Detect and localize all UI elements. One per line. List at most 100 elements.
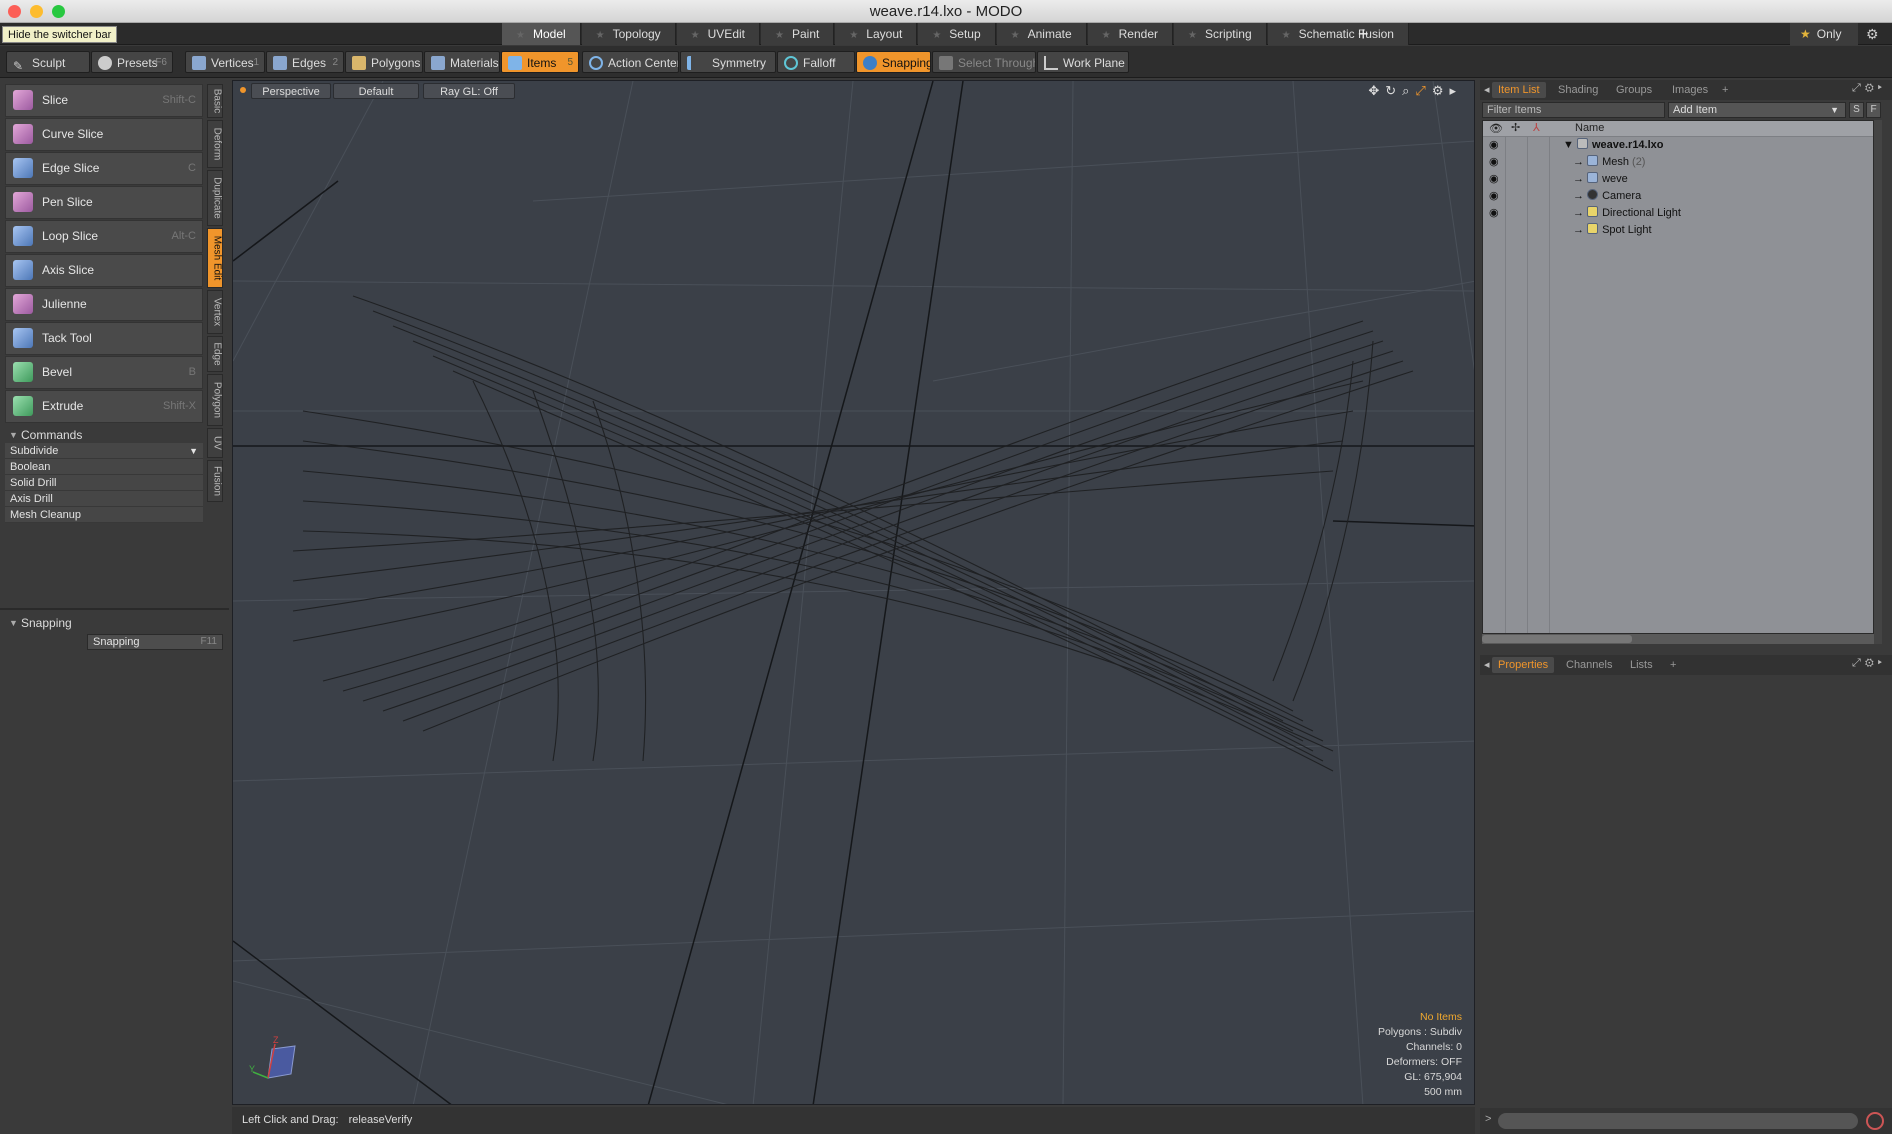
vtab-deform[interactable]: Deform	[207, 120, 223, 168]
expand-triangle-icon[interactable]: ▼	[1563, 139, 1577, 151]
pen-slice-tool[interactable]: Pen Slice	[5, 186, 203, 219]
tab-model[interactable]: ★ Model	[502, 23, 581, 45]
tab-scripting[interactable]: ★ Scripting	[1173, 23, 1267, 45]
tab-schematic-fusion[interactable]: ★ Schematic Fusion	[1267, 23, 1409, 45]
viewport-expand-icon[interactable]: ▸	[1449, 83, 1456, 99]
zoom-button[interactable]	[52, 5, 65, 18]
axis-slice-tool[interactable]: Axis Slice	[5, 254, 203, 287]
vtab-duplicate[interactable]: Duplicate	[207, 170, 223, 226]
tab-topology[interactable]: ★ Topology	[581, 23, 676, 45]
loop-slice-tool[interactable]: Loop Slice Alt-C	[5, 220, 203, 253]
add-layout-icon[interactable]: +	[1358, 23, 1369, 45]
eye-icon[interactable]: ◉	[1489, 171, 1499, 188]
view-type-dropdown[interactable]: Perspective	[251, 83, 331, 99]
mesh-cleanup-command[interactable]: Mesh Cleanup	[5, 507, 203, 523]
f-filter-button[interactable]: F	[1866, 102, 1881, 118]
add-tab-icon[interactable]: +	[1716, 82, 1734, 98]
tab-images[interactable]: Images	[1666, 82, 1714, 98]
presets-button[interactable]: Presets F6	[91, 51, 173, 73]
move-view-icon[interactable]: ✥	[1368, 83, 1379, 99]
chevron-down-icon[interactable]: ▼	[189, 443, 198, 459]
visibility-column-icon[interactable]: 👁	[1489, 122, 1503, 135]
tab-uvedit[interactable]: ★ UVEdit	[676, 23, 760, 45]
tab-groups[interactable]: Groups	[1610, 82, 1658, 98]
tab-channels[interactable]: Channels	[1560, 657, 1618, 673]
edges-button[interactable]: Edges 2	[266, 51, 344, 73]
tree-row-spot-light[interactable]: → Spot Light	[1483, 222, 1873, 239]
raygl-toggle[interactable]: Ray GL: Off	[423, 83, 515, 99]
expand-icon[interactable]: ⤢	[1852, 657, 1865, 669]
render-column-icon[interactable]: ⅄	[1533, 121, 1540, 134]
panel-arrow-icon[interactable]: ▸	[1878, 657, 1886, 669]
viewport-menu-dot[interactable]	[240, 87, 246, 93]
eye-icon[interactable]: ◉	[1489, 154, 1499, 171]
vertices-button[interactable]: Vertices 1	[185, 51, 265, 73]
tab-animate[interactable]: ★ Animate	[996, 23, 1087, 45]
tab-layout[interactable]: ★ Layout	[835, 23, 918, 45]
items-button[interactable]: Items 5	[501, 51, 579, 73]
tree-row-mesh[interactable]: ◉ → Mesh (2)	[1483, 154, 1873, 171]
filter-items-input[interactable]: Filter Items	[1482, 102, 1665, 118]
tree-row-camera[interactable]: ◉ → Camera	[1483, 188, 1873, 205]
snapping-button[interactable]: Snapping	[856, 51, 931, 73]
bevel-tool[interactable]: Bevel B	[5, 356, 203, 389]
minimize-button[interactable]	[30, 5, 43, 18]
edge-slice-tool[interactable]: Edge Slice C	[5, 152, 203, 185]
commands-header[interactable]: ▼ Commands	[5, 426, 203, 444]
tree-vertical-scrollbar[interactable]	[1874, 120, 1882, 644]
eye-icon[interactable]: ◉	[1489, 205, 1499, 222]
snapping-toggle-button[interactable]: Snapping F11	[87, 634, 223, 650]
add-tab-icon[interactable]: +	[1664, 657, 1682, 673]
record-icon[interactable]	[1866, 1112, 1884, 1130]
tab-shading[interactable]: Shading	[1552, 82, 1604, 98]
vtab-mesh-edit[interactable]: Mesh Edit	[207, 228, 223, 288]
maximize-view-icon[interactable]: ⤢	[1415, 83, 1425, 99]
panel-divider[interactable]	[0, 608, 229, 610]
tree-row-scene[interactable]: ◉ ▼ weave.r14.lxo	[1483, 137, 1873, 154]
gear-icon[interactable]: ⚙	[1866, 23, 1879, 45]
select-through-button[interactable]: Select Through	[932, 51, 1036, 73]
only-toggle[interactable]: ★ Only	[1790, 23, 1858, 45]
add-item-dropdown[interactable]: Add Item ▼	[1668, 102, 1846, 118]
name-column-header[interactable]: Name	[1575, 122, 1604, 134]
falloff-button[interactable]: Falloff	[777, 51, 855, 73]
snapping-header[interactable]: ▼ Snapping	[5, 614, 203, 632]
tree-horizontal-scrollbar[interactable]	[1482, 634, 1874, 644]
tab-render[interactable]: ★ Render	[1087, 23, 1173, 45]
tab-properties[interactable]: Properties	[1492, 657, 1555, 673]
materials-button[interactable]: Materials	[424, 51, 500, 73]
boolean-command[interactable]: Boolean	[5, 459, 203, 475]
s-filter-button[interactable]: S	[1849, 102, 1864, 118]
lock-column-icon[interactable]: ✢	[1511, 121, 1520, 134]
tree-row-directional-light[interactable]: ◉ → Directional Light	[1483, 205, 1873, 222]
rotate-view-icon[interactable]: ↻	[1385, 83, 1396, 99]
hide-switcher-tooltip[interactable]: Hide the switcher bar	[2, 26, 118, 43]
symmetry-button[interactable]: Symmetry	[680, 51, 776, 73]
vtab-fusion[interactable]: Fusion	[207, 460, 223, 502]
panel-arrow-icon[interactable]: ▸	[1878, 82, 1886, 94]
command-input[interactable]	[1498, 1113, 1858, 1129]
julienne-tool[interactable]: Julienne	[5, 288, 203, 321]
tree-row-weve[interactable]: ◉ → weve	[1483, 171, 1873, 188]
3d-viewport[interactable]: Perspective Default Ray GL: Off ✥ ↻ ⌕ ⤢ …	[232, 80, 1475, 1105]
shading-style-dropdown[interactable]: Default	[333, 83, 419, 99]
panel-gear-icon[interactable]: ⚙	[1865, 82, 1878, 94]
action-center-button[interactable]: Action Center	[582, 51, 679, 73]
close-button[interactable]	[8, 5, 21, 18]
eye-icon[interactable]: ◉	[1489, 188, 1499, 205]
solid-drill-command[interactable]: Solid Drill	[5, 475, 203, 491]
scroll-thumb[interactable]	[1482, 635, 1632, 643]
expand-icon[interactable]: ⤢	[1852, 82, 1865, 94]
panel-gear-icon[interactable]: ⚙	[1865, 657, 1878, 669]
tab-lists[interactable]: Lists	[1624, 657, 1659, 673]
eye-icon[interactable]: ◉	[1489, 137, 1499, 154]
tab-item-list[interactable]: Item List	[1492, 82, 1546, 98]
curve-slice-tool[interactable]: Curve Slice	[5, 118, 203, 151]
zoom-view-icon[interactable]: ⌕	[1402, 83, 1409, 99]
vtab-basic[interactable]: Basic	[207, 84, 223, 118]
tab-setup[interactable]: ★ Setup	[918, 23, 996, 45]
tab-paint[interactable]: ★ Paint	[761, 23, 835, 45]
vtab-edge[interactable]: Edge	[207, 336, 223, 372]
subdivide-command[interactable]: Subdivide ▼	[5, 443, 203, 459]
polygons-button[interactable]: Polygons	[345, 51, 423, 73]
